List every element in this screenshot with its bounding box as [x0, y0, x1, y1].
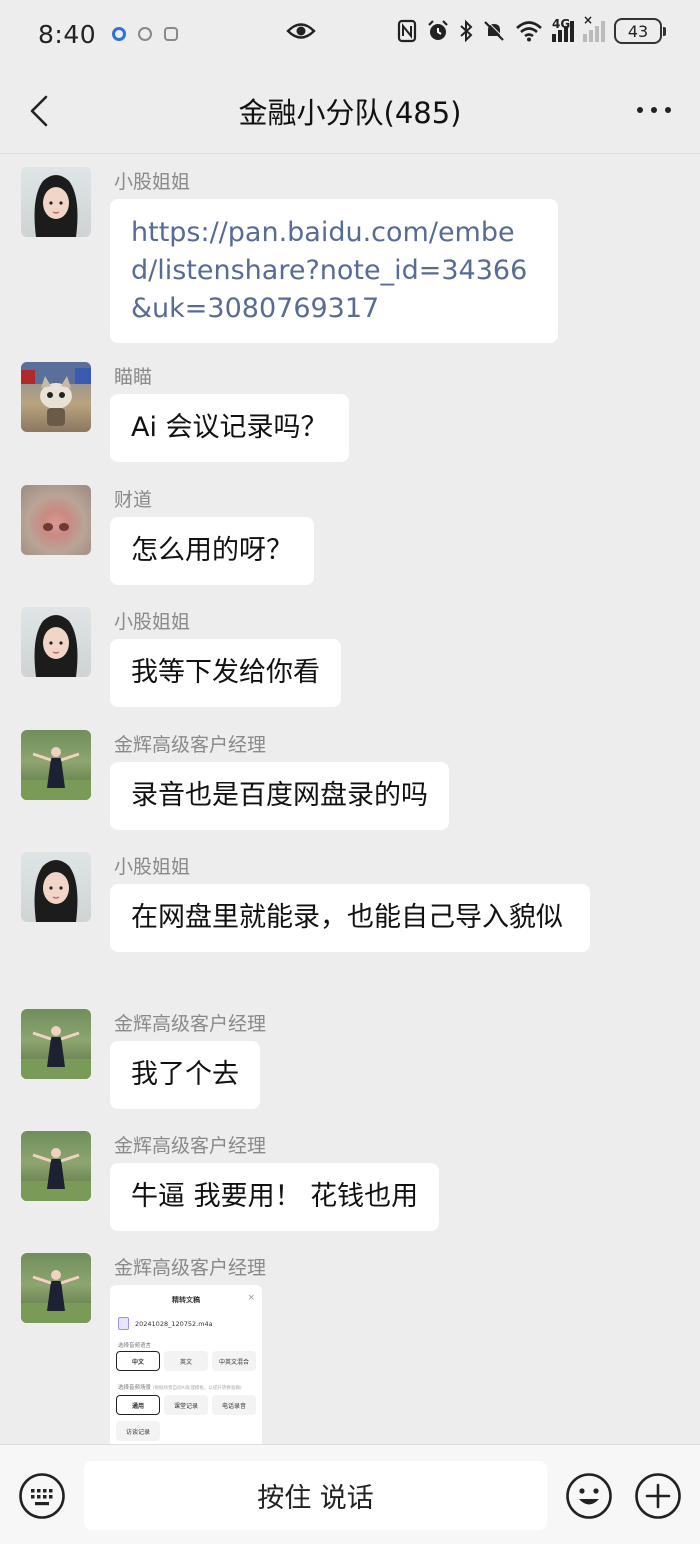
plus-icon — [635, 1473, 681, 1519]
hold-to-talk-label: 按住 说话 — [257, 1483, 374, 1514]
app-notification-icon — [112, 27, 127, 41]
close-icon: × — [247, 1293, 255, 1303]
status-time: 8:40 — [38, 19, 97, 49]
image-lang-option: 英文 — [164, 1351, 208, 1371]
more-functions-button[interactable] — [634, 1472, 682, 1520]
more-button[interactable] — [634, 100, 674, 120]
notification-icons — [112, 27, 179, 41]
input-bar: 按住 说话 — [0, 1444, 700, 1544]
chevron-left-icon — [30, 95, 48, 127]
file-icon — [118, 1317, 129, 1330]
image-title: 精转文稿 — [172, 1296, 200, 1304]
sender-name: 小股姐姐 — [114, 171, 191, 193]
keyboard-icon — [19, 1473, 65, 1519]
message-item: 金辉高级客户经理 录音也是百度网盘录的吗 — [0, 730, 700, 840]
avatar[interactable] — [21, 1009, 91, 1079]
message-item: 财道 怎么用的呀？ — [0, 485, 700, 595]
message-item: 小股姐姐 在网盘里就能录，也能自己导入貌似 — [0, 852, 700, 1002]
sender-name: 金辉高级客户经理 — [114, 1013, 267, 1035]
link-message-bubble[interactable]: https://pan.baidu.com/embed/listenshare?… — [110, 199, 558, 343]
bluetooth-icon — [460, 19, 473, 43]
text-message-bubble[interactable]: 怎么用的呀？ — [110, 517, 314, 585]
status-right-icons: 4G × 43 — [397, 13, 666, 44]
text-message-bubble[interactable]: Ai 会议记录吗？ — [110, 394, 349, 462]
text-message-bubble[interactable]: 我等下发给你看 — [110, 639, 341, 707]
image-scene-option: 电话录音 — [212, 1395, 256, 1415]
image-lang-option: 中文 — [116, 1351, 160, 1371]
mute-icon — [484, 20, 505, 41]
image-file-name: 20241028_120752.m4a — [135, 1319, 213, 1328]
chat-header: 金融小分队(485) — [0, 68, 700, 154]
wifi-icon — [516, 21, 542, 42]
avatar[interactable] — [21, 1253, 91, 1323]
text-message-bubble[interactable]: 我了个去 — [110, 1041, 260, 1109]
message-list[interactable]: 小股姐姐 https://pan.baidu.com/embed/listens… — [0, 154, 700, 1444]
text-message-bubble[interactable]: 在网盘里就能录，也能自己导入貌似 — [110, 884, 590, 952]
image-scene-option: 访谈记录 — [116, 1421, 160, 1441]
image-scene-option: 通用 — [116, 1395, 160, 1415]
image-scene-title: 选择音频场景 — [118, 1385, 152, 1391]
keyboard-button[interactable] — [18, 1472, 66, 1520]
text-message-bubble[interactable]: 牛逼 我要用！ 花钱也用 — [110, 1163, 440, 1231]
message-item: 小股姐姐 https://pan.baidu.com/embed/listens… — [0, 167, 700, 357]
nfc-icon — [397, 19, 417, 43]
sender-name: 金辉高级客户经理 — [114, 1257, 267, 1279]
alarm-icon — [428, 20, 448, 40]
sender-name: 小股姐姐 — [114, 611, 191, 633]
message-item: 瞄瞄 Ai 会议记录吗？ — [0, 362, 700, 472]
message-item: 金辉高级客户经理 牛逼 我要用！ 花钱也用 — [0, 1131, 700, 1241]
message-item: 金辉高级客户经理 精转文稿 × 20241028_120752.m4a 选择音频… — [0, 1253, 700, 1444]
status-bar: 8:40 4G × 43 — [0, 0, 700, 68]
avatar[interactable] — [21, 362, 91, 432]
battery-indicator: 43 — [614, 18, 666, 44]
image-file-row: 20241028_120752.m4a — [118, 1317, 213, 1330]
avatar[interactable] — [21, 607, 91, 677]
avatar[interactable] — [21, 485, 91, 555]
message-item: 金辉高级客户经理 我了个去 — [0, 1009, 700, 1119]
eye-icon — [286, 20, 316, 46]
signal-off-icon: × — [583, 13, 605, 42]
avatar[interactable] — [21, 852, 91, 922]
battery-level: 43 — [627, 21, 649, 41]
avatar[interactable] — [21, 730, 91, 800]
signal-icon: 4G — [552, 16, 574, 42]
image-scene-option: 课堂记录 — [164, 1395, 208, 1415]
back-button[interactable] — [24, 92, 58, 130]
network-type: 4G — [552, 16, 571, 31]
avatar[interactable] — [21, 167, 91, 237]
avatar[interactable] — [21, 1131, 91, 1201]
chat-title: 金融小分队(485) — [238, 95, 462, 130]
app-notification-icon — [138, 27, 153, 41]
emoji-icon — [566, 1473, 612, 1519]
message-item: 小股姐姐 我等下发给你看 — [0, 607, 700, 717]
sender-name: 金辉高级客户经理 — [114, 1135, 267, 1157]
hold-to-talk-button[interactable]: 按住 说话 — [84, 1461, 547, 1530]
image-scene-label: 选择音频场景 (根据场景自动AI处理模板，以提升转换准确) — [118, 1383, 242, 1391]
sender-name: 小股姐姐 — [114, 856, 191, 878]
sender-name: 财道 — [114, 489, 153, 511]
more-dots-icon — [637, 107, 671, 113]
image-lang-label: 选择音频语言 — [118, 1343, 152, 1349]
image-scene-hint: (根据场景自动AI处理模板，以提升转换准确) — [152, 1386, 242, 1391]
image-message[interactable]: 精转文稿 × 20241028_120752.m4a 选择音频语言 中文 英文 … — [110, 1285, 262, 1444]
text-message-bubble[interactable]: 录音也是百度网盘录的吗 — [110, 762, 449, 830]
sender-name: 金辉高级客户经理 — [114, 734, 267, 756]
app-notification-icon — [164, 27, 179, 41]
image-lang-option: 中英文混合 — [212, 1351, 256, 1371]
emoji-button[interactable] — [565, 1472, 613, 1520]
sender-name: 瞄瞄 — [114, 366, 153, 388]
